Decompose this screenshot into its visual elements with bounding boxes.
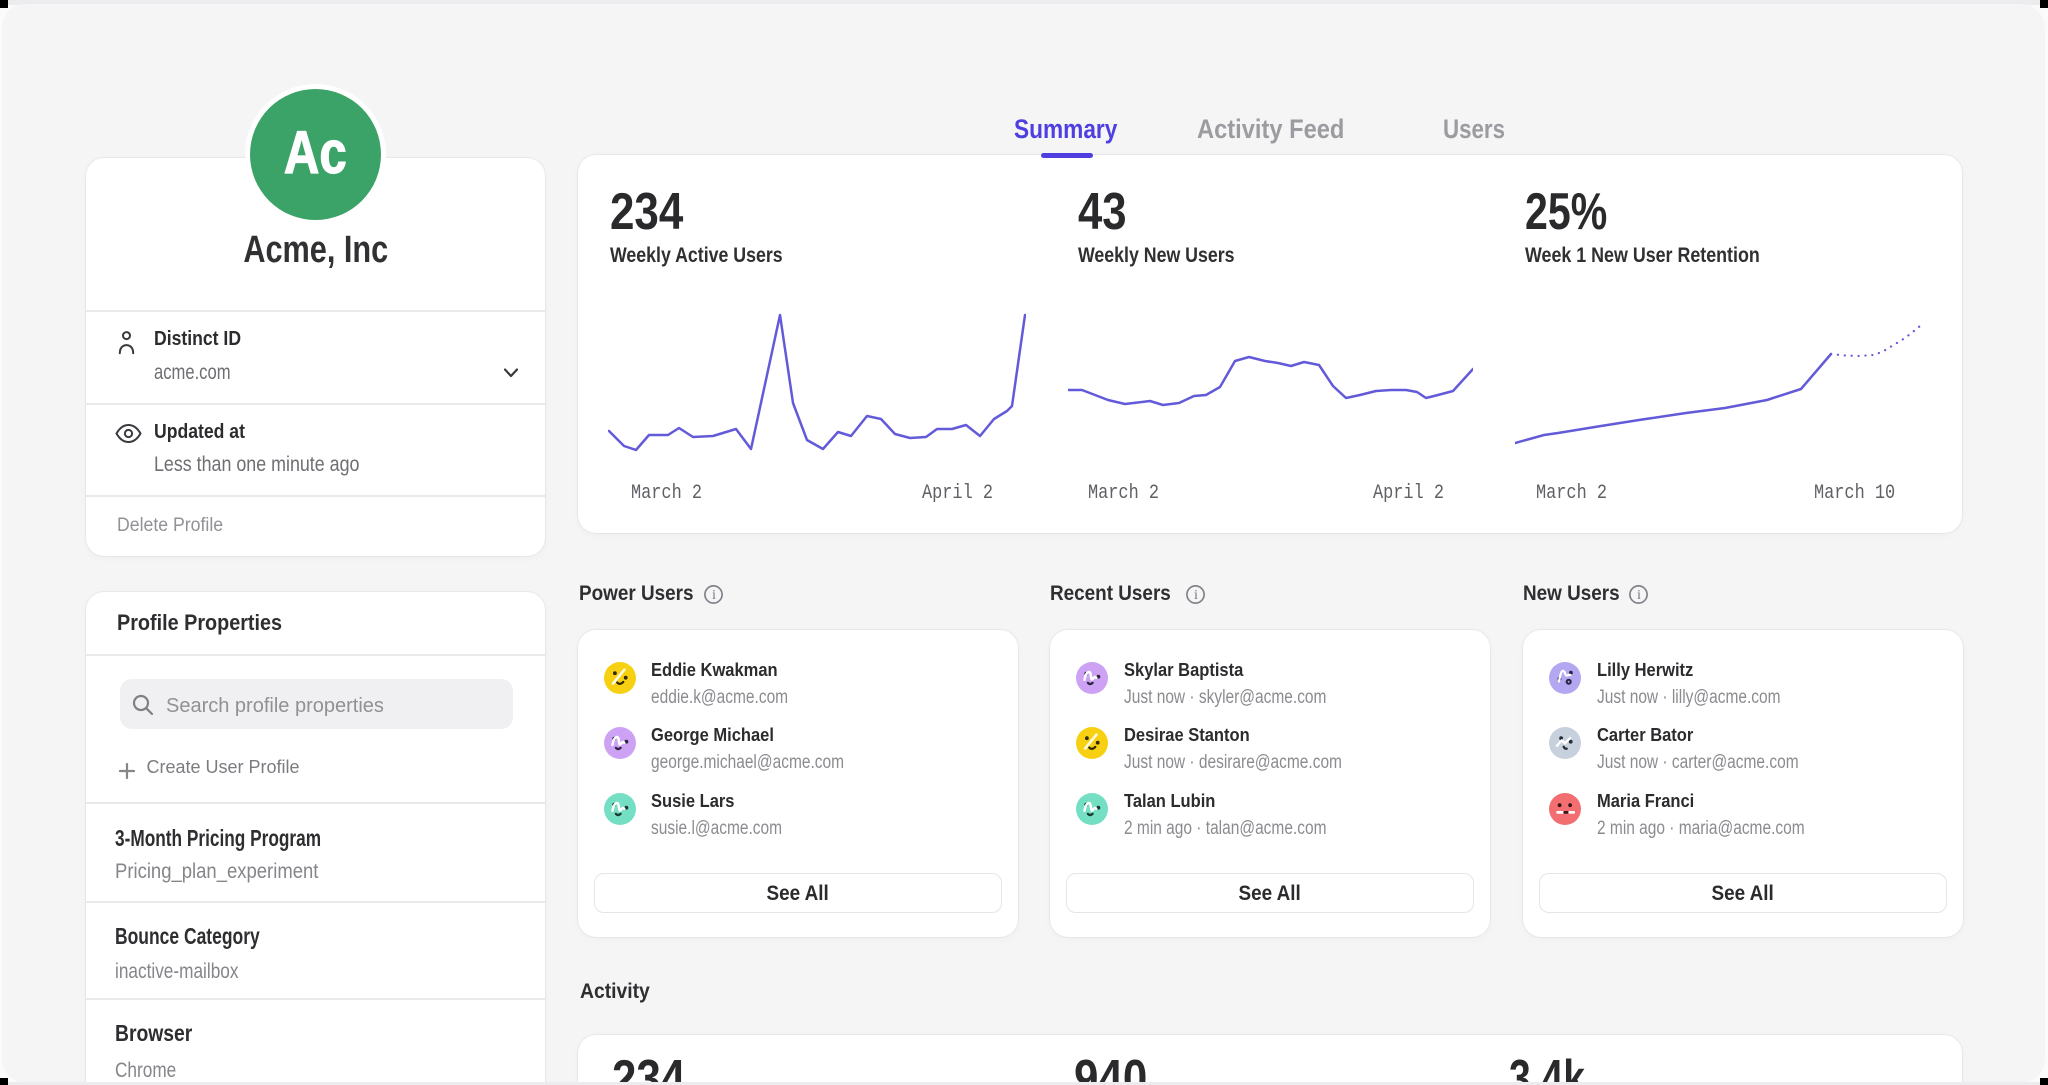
svg-text:i: i <box>1194 587 1198 602</box>
svg-text:i: i <box>1637 587 1641 602</box>
svg-text:i: i <box>712 587 716 602</box>
